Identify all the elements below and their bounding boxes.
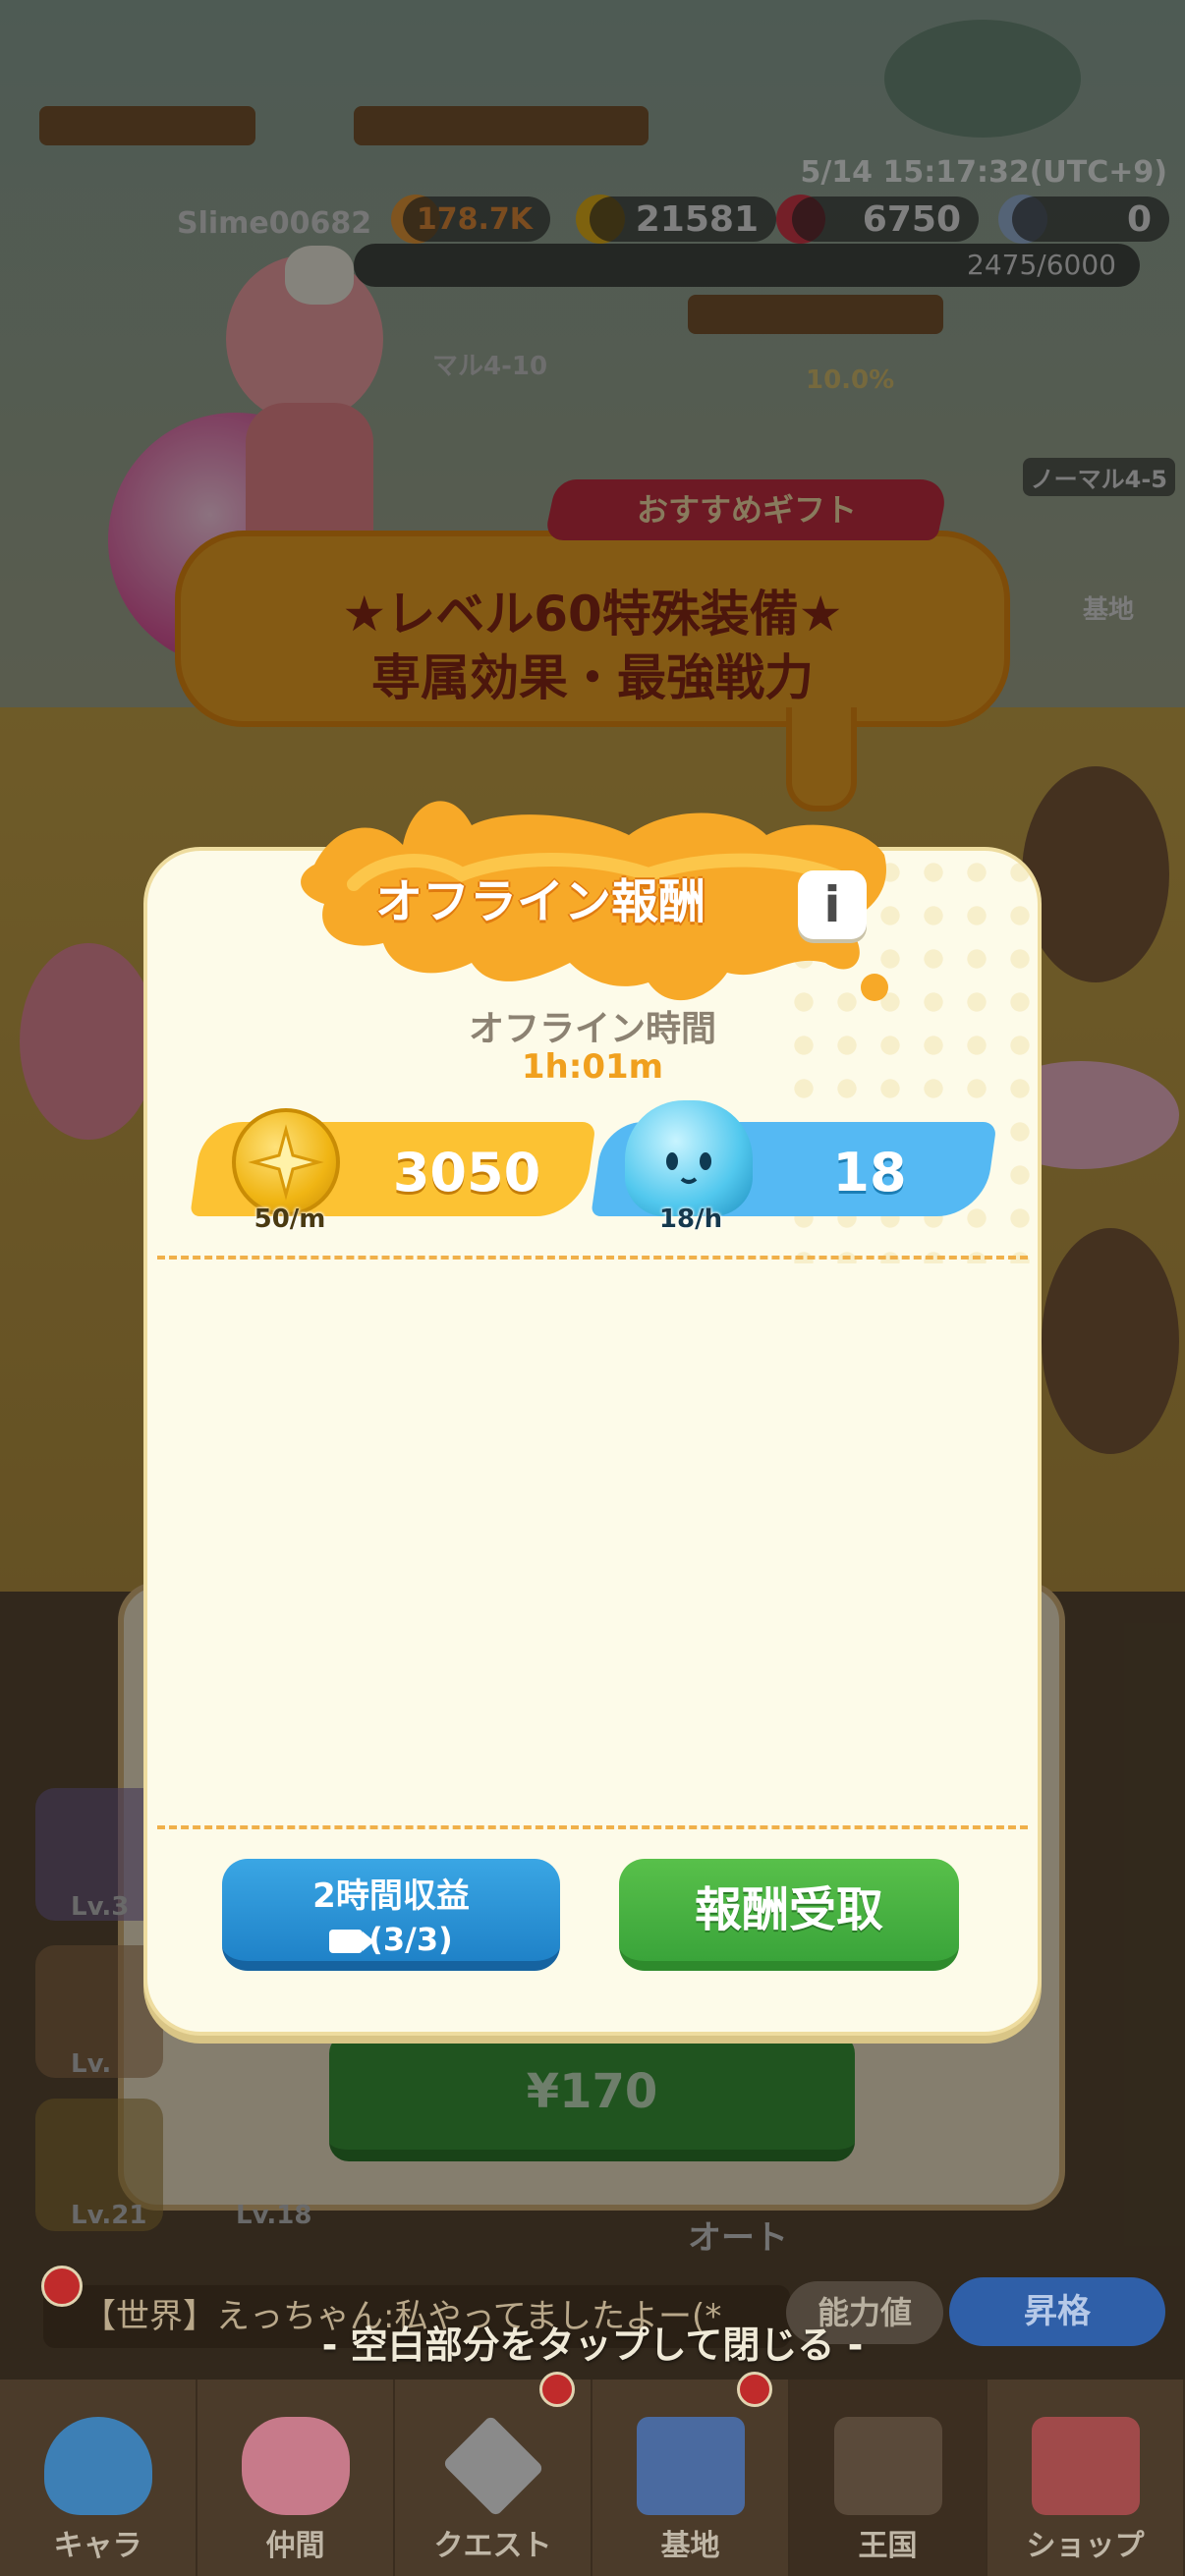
companions-icon <box>241 2417 350 2515</box>
nav-item-chara[interactable]: キャラ <box>0 2380 198 2576</box>
notification-badge <box>539 2372 575 2407</box>
nav-label: キャラ <box>53 2529 142 2563</box>
offline-time-value: 1h:01m <box>521 1047 664 1087</box>
offline-time-label: オフライン時間 <box>468 1009 716 1049</box>
chat-notification-badge <box>41 2266 83 2307</box>
watch-ad-double-reward-button[interactable]: 2時間収益 (3/3) <box>222 1859 560 1971</box>
nav-item-quest[interactable]: クエスト <box>395 2372 592 2576</box>
nav-label: 仲間 <box>265 2529 325 2563</box>
nav-item-companions[interactable]: 仲間 <box>198 2380 395 2576</box>
nav-label: ショップ <box>1026 2529 1145 2563</box>
blue-slime-icon <box>625 1100 753 1216</box>
slime-character-icon <box>43 2417 152 2515</box>
modal-title: オフライン報酬 <box>374 874 705 929</box>
slime-reward-value: 18 <box>832 1142 907 1204</box>
shop-icon <box>1031 2417 1140 2515</box>
nav-label: 基地 <box>660 2529 720 2563</box>
dashed-divider <box>157 1825 1028 1829</box>
nav-item-shop[interactable]: ショップ <box>988 2380 1185 2576</box>
video-camera-icon <box>329 1930 375 1953</box>
claim-reward-button[interactable]: 報酬受取 <box>619 1859 959 1971</box>
tap-to-close-hint: - 空白部分をタップして閉じる - <box>321 2324 864 2367</box>
info-icon[interactable]: i <box>798 870 867 939</box>
notification-badge <box>737 2372 772 2407</box>
swords-icon <box>441 2415 544 2517</box>
dashed-divider <box>157 1256 1028 1260</box>
house-icon <box>636 2417 745 2515</box>
nav-item-kingdom[interactable]: 王国 <box>790 2380 988 2576</box>
gold-coin-icon <box>232 1108 340 1216</box>
slime-reward-rate: 18/h <box>658 1204 723 1234</box>
double-reward-label: 2時間収益 <box>312 1876 470 1916</box>
locked-kingdom-icon <box>833 2417 942 2515</box>
nav-label: クエスト <box>433 2529 552 2563</box>
bottom-nav: キャラ 仲間 クエスト 基地 王国 ショップ <box>0 2372 1185 2576</box>
nav-item-base[interactable]: 基地 <box>592 2372 790 2576</box>
gold-reward-value: 3050 <box>392 1142 541 1204</box>
double-reward-count-row: (3/3) <box>222 1921 560 1958</box>
double-reward-count: (3/3) <box>368 1921 453 1958</box>
gold-reward-rate: 50/m <box>254 1204 326 1234</box>
nav-label: 王国 <box>858 2529 918 2563</box>
